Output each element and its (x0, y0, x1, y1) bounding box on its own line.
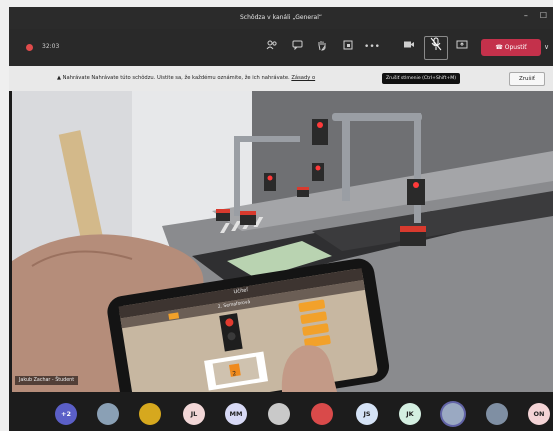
breakout-icon[interactable] (340, 40, 356, 54)
participant-avatar[interactable]: MM (225, 403, 247, 425)
participant-avatar[interactable]: ON (528, 403, 550, 425)
recording-indicator-icon (26, 44, 33, 51)
camera-icon[interactable] (401, 40, 417, 54)
mic-button[interactable] (424, 36, 448, 60)
teams-meeting-window: Schôdza v kanáli „General“ – ☐ 32:03 ••• (9, 7, 553, 431)
participant-bar: +2 JL MM JS JK ON (9, 392, 553, 431)
unmute-tooltip: Zrušiť stlmenie (Ctrl+Shift+M) (382, 73, 460, 84)
participant-avatar[interactable] (311, 403, 333, 425)
maximize-button[interactable]: ☐ (540, 11, 547, 20)
chat-icon[interactable] (289, 40, 305, 54)
meeting-toolbar: 32:03 ••• ☎ Opustiť ∨ (9, 29, 553, 66)
video-scene: Učiteľ 2. Semaforová 2 (12, 91, 553, 392)
leave-label: Opustiť (504, 44, 527, 51)
participant-avatar-selected[interactable] (442, 403, 464, 425)
participant-overflow[interactable]: +2 (55, 403, 77, 425)
minimize-button[interactable]: – (524, 11, 528, 20)
shared-video: Učiteľ 2. Semaforová 2 Jakub Zachar - Št… (12, 91, 553, 392)
people-icon[interactable] (264, 40, 280, 54)
presenter-name: Jakub Zachar - Študent (15, 376, 79, 385)
dismiss-banner-button[interactable]: Zrušiť (509, 72, 545, 86)
leave-button[interactable]: ☎ Opustiť (481, 39, 541, 56)
window-title: Schôdza v kanáli „General“ (240, 14, 322, 21)
participant-avatar[interactable]: JK (399, 403, 421, 425)
participant-avatar[interactable]: JS (356, 403, 378, 425)
recording-banner-text: ▲ Nahrávate Nahrávate túto schôdzu. Uist… (57, 75, 316, 81)
participant-avatar[interactable] (268, 403, 290, 425)
mic-icon (430, 37, 442, 51)
hangup-icon: ☎ (495, 44, 505, 51)
share-icon[interactable] (454, 40, 470, 54)
participant-avatar[interactable] (139, 403, 161, 425)
recording-banner: ▲ Nahrávate Nahrávate túto schôdzu. Uist… (9, 66, 553, 91)
more-icon[interactable]: ••• (364, 40, 380, 54)
chevron-down-icon[interactable]: ∨ (544, 43, 549, 51)
privacy-policy-link[interactable]: Zásady o (291, 75, 315, 81)
participant-avatar[interactable] (486, 403, 508, 425)
participant-avatar[interactable]: JL (183, 403, 205, 425)
title-bar: Schôdza v kanáli „General“ – ☐ (9, 7, 553, 29)
app-frame: Schôdza v kanáli „General“ – ☐ 32:03 ••• (0, 0, 553, 431)
participant-avatar[interactable] (97, 403, 119, 425)
window-controls: – ☐ (524, 11, 547, 20)
meeting-timer: 32:03 (42, 43, 60, 50)
raise-hand-icon[interactable] (314, 40, 330, 54)
